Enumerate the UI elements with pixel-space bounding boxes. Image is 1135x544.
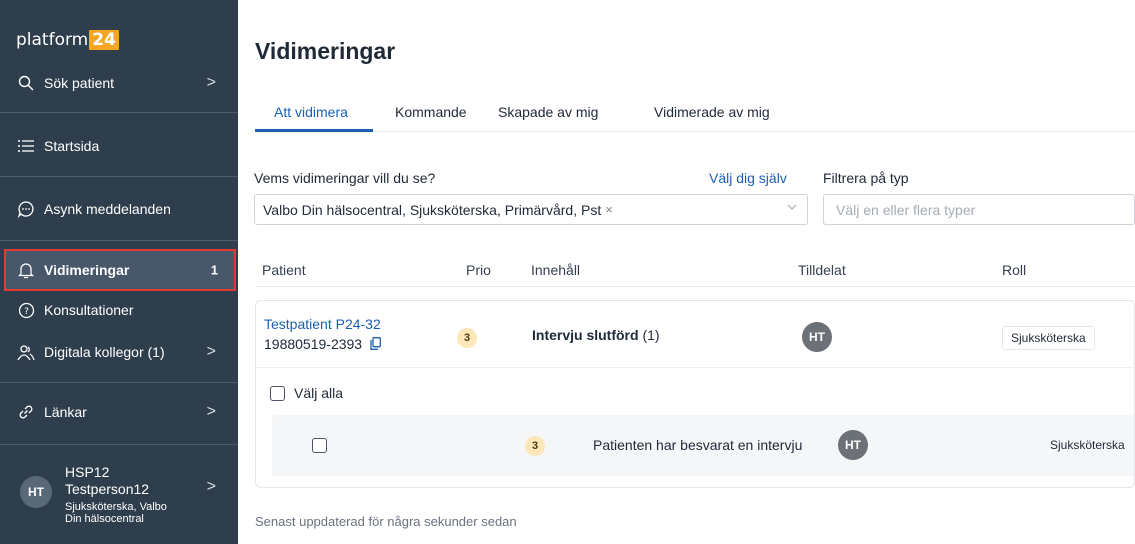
last-updated-text: Senast uppdaterad för några sekunder sed… (255, 514, 517, 529)
selected-value: Valbo Din hälsocentral, Sjuksköterska, P… (263, 201, 602, 218)
item-checkbox[interactable] (312, 438, 327, 453)
patient-id: 19880519-2393 (264, 336, 363, 352)
select-all-label: Välj alla (294, 385, 344, 401)
remove-tag-icon[interactable]: × (605, 202, 613, 217)
chevron-right-icon: > (206, 74, 216, 91)
type-select[interactable]: Välj en eller flera typer (823, 194, 1135, 225)
divider (256, 367, 1134, 368)
divider (0, 382, 238, 383)
chat-icon (16, 199, 36, 219)
priority-badge: 3 (457, 328, 477, 348)
vidimation-card: Testpatient P24-32 19880519-2393 3 Inter… (255, 300, 1135, 488)
column-header-prio: Prio (466, 262, 491, 278)
sidebar-item-label: Länkar (44, 404, 87, 420)
column-header-assigned: Tilldelat (798, 262, 846, 278)
sidebar-item-label: Sök patient (44, 75, 115, 91)
question-icon: ? (16, 300, 36, 320)
people-icon (16, 342, 36, 362)
user-name-line2: Testperson12 (65, 481, 150, 497)
patient-link[interactable]: Testpatient P24-32 (264, 316, 381, 332)
tab-upcoming[interactable]: Kommande (395, 104, 467, 120)
sidebar: platform 24 Sök patient > Startsida Asynk… (0, 0, 238, 544)
chevron-right-icon: > (206, 478, 216, 495)
user-role: Sjuksköterska, Valbo Din hälsocentral (65, 501, 167, 525)
divider (0, 444, 238, 445)
page-title: Vidimeringar (255, 38, 396, 64)
count-badge: 1 (210, 262, 218, 278)
bell-icon (16, 260, 36, 280)
link-icon (16, 402, 36, 422)
tab-to-vidimate[interactable]: Att vidimera (274, 104, 348, 120)
sidebar-item-label: Startsida (44, 138, 100, 154)
copy-icon[interactable] (370, 337, 381, 355)
sidebar-item-label: Konsultationer (44, 302, 134, 318)
list-icon (16, 136, 36, 156)
sidebar-item-label: Vidimeringar (44, 262, 130, 278)
chevron-right-icon: > (206, 403, 216, 420)
divider (255, 286, 1135, 287)
sub-item-role: Sjuksköterska (1050, 438, 1125, 452)
column-header-role: Roll (1002, 262, 1027, 278)
main-content: Vidimeringar Att vidimera Kommande Skapa… (238, 0, 1135, 544)
svg-text:?: ? (24, 307, 29, 317)
logo[interactable]: platform 24 (16, 30, 119, 50)
type-select-placeholder: Välj en eller flera typer (836, 201, 976, 218)
divider (0, 112, 238, 113)
whose-select[interactable]: Valbo Din hälsocentral, Sjuksköterska, P… (254, 194, 808, 225)
user-name-line1: HSP12 (65, 464, 110, 480)
column-header-patient: Patient (262, 262, 306, 278)
tab-bar: Att vidimera Kommande Skapade av mig Vid… (255, 100, 1135, 132)
divider (0, 176, 238, 177)
assignee-avatar: HT (802, 322, 832, 352)
sidebar-item-vidimeringar[interactable]: Vidimeringar 1 (4, 249, 236, 291)
chevron-right-icon: > (206, 343, 216, 360)
avatar: HT (20, 476, 52, 508)
sidebar-item-links[interactable]: Länkar > (0, 391, 238, 433)
tab-created-by-me[interactable]: Skapade av mig (498, 104, 598, 120)
content-summary: Intervju slutförd (1) (532, 327, 660, 343)
sidebar-item-search-patient[interactable]: Sök patient > (0, 62, 238, 104)
sidebar-item-digital-colleagues[interactable]: Digitala kollegor (1) > (0, 331, 238, 373)
tab-vidimated-by-me[interactable]: Vidimerade av mig (654, 104, 770, 120)
search-icon (16, 73, 36, 93)
chevron-down-icon (787, 201, 797, 216)
sub-item-content: Patienten har besvarat en intervju (593, 437, 803, 453)
sidebar-item-label: Asynk meddelanden (44, 201, 171, 217)
sidebar-item-async-messages[interactable]: Asynk meddelanden (0, 188, 238, 230)
sidebar-item-consultations[interactable]: ? Konsultationer (0, 289, 238, 331)
sidebar-item-start[interactable]: Startsida (0, 125, 238, 167)
type-filter-label: Filtrera på typ (823, 170, 909, 186)
user-menu[interactable]: HT HSP12 Testperson12 Sjuksköterska, Val… (0, 448, 238, 544)
choose-self-link[interactable]: Välj dig själv (709, 170, 787, 186)
sub-item-row: 3 Patienten har besvarat en intervju HT … (272, 415, 1134, 476)
role-badge: Sjuksköterska (1002, 326, 1095, 350)
sidebar-item-label: Digitala kollegor (1) (44, 344, 165, 360)
assignee-avatar: HT (838, 430, 868, 460)
active-tab-indicator (255, 129, 373, 132)
priority-badge: 3 (525, 436, 545, 456)
select-all-checkbox[interactable] (270, 386, 285, 401)
whose-filter-label: Vems vidimeringar vill du se? (254, 170, 436, 186)
divider (0, 240, 238, 241)
column-header-content: Innehåll (531, 262, 581, 278)
